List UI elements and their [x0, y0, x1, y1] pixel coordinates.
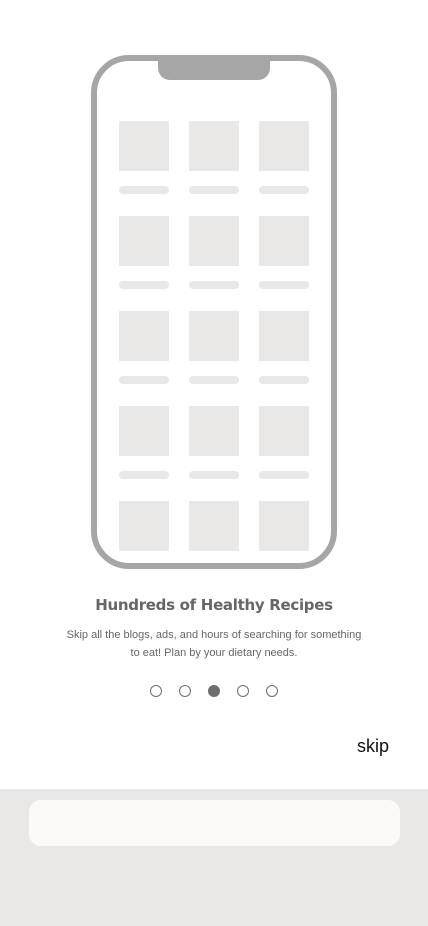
page-dot[interactable]: [150, 685, 162, 697]
skip-button[interactable]: skip: [357, 736, 389, 757]
placeholder-image: [119, 121, 169, 171]
placeholder-text: [259, 566, 309, 569]
bottom-panel: [0, 789, 428, 926]
placeholder-text: [189, 376, 239, 384]
page-indicator: [0, 685, 428, 697]
placeholder-row: [119, 501, 309, 569]
placeholder-image: [189, 216, 239, 266]
placeholder-text: [119, 281, 169, 289]
placeholder-row: [119, 216, 309, 289]
placeholder-row: [119, 121, 309, 194]
page-dot-active[interactable]: [208, 685, 220, 697]
placeholder-image: [189, 121, 239, 171]
placeholder-text: [119, 471, 169, 479]
placeholder-card: [189, 501, 239, 569]
placeholder-card: [119, 216, 169, 289]
placeholder-text: [259, 186, 309, 194]
recipe-grid-placeholder: [119, 121, 309, 569]
placeholder-text: [259, 471, 309, 479]
placeholder-image: [259, 406, 309, 456]
placeholder-image: [189, 311, 239, 361]
placeholder-image: [259, 501, 309, 551]
page-dot[interactable]: [266, 685, 278, 697]
placeholder-text: [189, 281, 239, 289]
placeholder-card: [189, 216, 239, 289]
placeholder-text: [189, 186, 239, 194]
placeholder-row: [119, 311, 309, 384]
placeholder-image: [119, 501, 169, 551]
placeholder-card: [259, 501, 309, 569]
placeholder-card: [119, 501, 169, 569]
onboarding-title: Hundreds of Healthy Recipes: [95, 596, 333, 614]
placeholder-text: [259, 281, 309, 289]
placeholder-text: [119, 376, 169, 384]
placeholder-row: [119, 406, 309, 479]
placeholder-image: [189, 406, 239, 456]
placeholder-image: [189, 501, 239, 551]
placeholder-card: [189, 406, 239, 479]
placeholder-card: [119, 121, 169, 194]
phone-illustration: [91, 55, 337, 569]
placeholder-card: [119, 311, 169, 384]
bottom-action-area[interactable]: [29, 800, 400, 846]
placeholder-image: [259, 121, 309, 171]
placeholder-image: [119, 406, 169, 456]
placeholder-card: [189, 311, 239, 384]
page-dot[interactable]: [179, 685, 191, 697]
placeholder-card: [119, 406, 169, 479]
placeholder-text: [259, 376, 309, 384]
placeholder-text: [119, 566, 169, 569]
placeholder-card: [259, 121, 309, 194]
placeholder-image: [119, 216, 169, 266]
phone-notch: [158, 61, 270, 80]
onboarding-subtitle: Skip all the blogs, ads, and hours of se…: [66, 629, 362, 659]
placeholder-text: [189, 471, 239, 479]
placeholder-text: [189, 566, 239, 569]
page-dot[interactable]: [237, 685, 249, 697]
placeholder-image: [259, 216, 309, 266]
placeholder-card: [259, 311, 309, 384]
placeholder-image: [119, 311, 169, 361]
placeholder-card: [259, 216, 309, 289]
placeholder-text: [119, 186, 169, 194]
placeholder-card: [189, 121, 239, 194]
placeholder-card: [259, 406, 309, 479]
placeholder-image: [259, 311, 309, 361]
